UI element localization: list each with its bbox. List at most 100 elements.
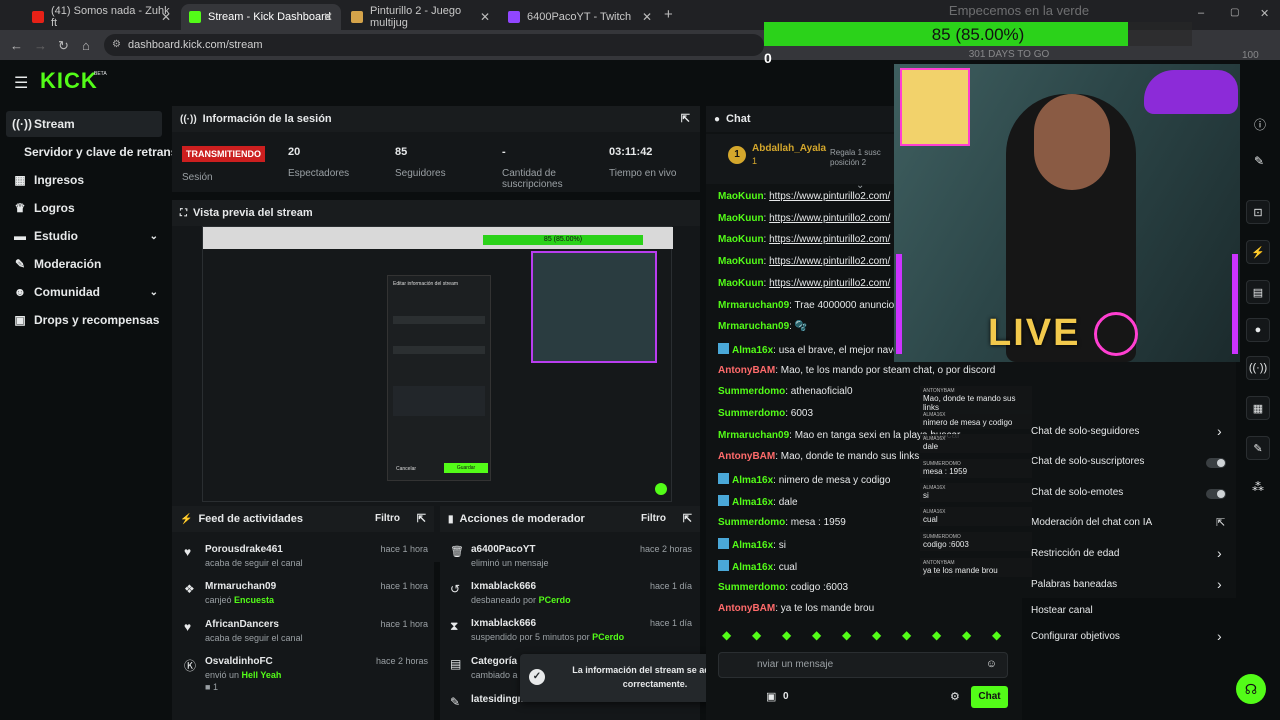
home-icon[interactable]: ⌂ [82, 38, 90, 53]
new-tab-icon[interactable]: + [664, 6, 673, 23]
close-icon[interactable]: ✕ [323, 10, 333, 24]
emote-icon[interactable]: ◆ [992, 628, 1001, 642]
browser-tab-youtube[interactable]: (41) Somos nada - Zuhk ft ✕ [24, 4, 179, 30]
popout-icon[interactable]: ⇱ [417, 512, 426, 525]
emote-icon[interactable]: ◆ [752, 628, 761, 642]
sidebar-item-comunidad[interactable]: ☻ Comunidad ⌄ [6, 279, 162, 305]
close-icon[interactable]: ✕ [642, 10, 652, 24]
rail-button-doc[interactable]: ▤ [1246, 280, 1270, 304]
emote-icon[interactable]: ◆ [872, 628, 881, 642]
browser-tab-twitch[interactable]: 6400PacoYT - Twitch ✕ [500, 4, 660, 30]
rail-button-broadcast[interactable]: ((·)) [1246, 356, 1270, 380]
chevron-down-icon[interactable]: ⌄ [856, 180, 864, 191]
toggle-switch[interactable] [1206, 489, 1226, 499]
emoji-icon[interactable]: ☺ [986, 658, 997, 670]
close-icon[interactable]: ✕ [480, 10, 490, 24]
chat-input[interactable]: nviar un mensaje ☺ [718, 652, 1008, 678]
rail-button-layout[interactable]: ▦ [1246, 396, 1270, 420]
popout-icon[interactable]: ⇱ [681, 112, 690, 125]
edit-icon[interactable]: ✎ [1254, 154, 1264, 168]
send-chat-button[interactable]: Chat [971, 686, 1008, 708]
sidebar-item-stream[interactable]: ((·)) Stream [6, 111, 162, 137]
settings-icon[interactable]: ⚙ [950, 690, 960, 703]
chat-username[interactable]: Summerdomo [718, 517, 785, 528]
close-icon[interactable]: ✕ [161, 10, 171, 24]
emote-icon[interactable]: ◆ [812, 628, 821, 642]
emote-icon[interactable]: ◆ [932, 628, 941, 642]
chat-username[interactable]: MaoKuun [718, 213, 764, 224]
popout-icon[interactable]: ⇱ [683, 512, 692, 525]
sidebar-item-server-key[interactable]: Servidor y clave de retransm [18, 139, 172, 165]
pinned-user[interactable]: Abdallah_Ayala [752, 143, 826, 154]
chat-username[interactable]: MaoKuun [718, 278, 764, 289]
toggle-switch[interactable] [1206, 458, 1226, 468]
broadcast-icon: ((·)) [1248, 362, 1268, 374]
chat-setting-item[interactable]: Hostear canal [1031, 605, 1093, 616]
apps-icon[interactable]: ⁂ [1252, 480, 1264, 494]
chat-username[interactable]: AntonyBAM [718, 603, 775, 614]
emote-icon[interactable]: ◆ [782, 628, 791, 642]
chat-setting-item[interactable]: Chat de solo-emotes [1031, 487, 1123, 498]
chat-username[interactable]: Alma16x [732, 475, 773, 486]
chat-link[interactable]: https://www.pinturillo2.com/ [769, 213, 890, 224]
chat-username[interactable]: MaoKuun [718, 256, 764, 267]
chat-setting-item[interactable]: Restricción de edad [1031, 548, 1119, 559]
kick-logo[interactable]: KICK [40, 68, 98, 94]
chevron-right-icon[interactable]: › [1217, 628, 1222, 644]
emote-icon[interactable]: ◆ [722, 628, 731, 642]
chat-link[interactable]: https://www.pinturillo2.com/ [769, 234, 890, 245]
back-icon[interactable]: ← [10, 38, 23, 53]
chat-username[interactable]: Alma16x [732, 540, 773, 551]
chat-username[interactable]: Mrmaruchan09 [718, 321, 789, 332]
chat-link[interactable]: https://www.pinturillo2.com/ [769, 278, 890, 289]
chat-username[interactable]: Mrmaruchan09 [718, 430, 789, 441]
chat-username[interactable]: Summerdomo [718, 386, 785, 397]
sidebar-item-estudio[interactable]: ▬ Estudio ⌄ [6, 223, 162, 249]
rail-button-screenshot[interactable]: ⊡ [1246, 200, 1270, 224]
filter-button[interactable]: Filtro [375, 513, 400, 524]
preview-play-icon[interactable] [655, 483, 667, 495]
external-link-icon[interactable]: ⇱ [1216, 516, 1225, 529]
browser-tab-pinturillo[interactable]: Pinturillo 2 - Juego multijug ✕ [343, 4, 498, 30]
emote-icon[interactable]: ◆ [962, 628, 971, 642]
sidebar-item-drops[interactable]: ▣ Drops y recompensas [6, 307, 162, 333]
chat-setting-item[interactable]: Palabras baneadas [1031, 579, 1117, 590]
chat-username[interactable]: Alma16x [732, 497, 773, 508]
sidebar-item-logros[interactable]: ♛ Logros [6, 195, 162, 221]
filter-button[interactable]: Filtro [641, 513, 666, 524]
forward-icon[interactable]: → [34, 38, 47, 53]
rail-button-bolt[interactable]: ⚡ [1246, 240, 1270, 264]
chat-username[interactable]: Alma16x [732, 345, 773, 356]
stream-preview-video[interactable]: 85 (85.00%) Editar información del strea… [202, 226, 673, 502]
chat-setting-item[interactable]: Chat de solo-seguidores [1031, 426, 1139, 437]
chat-setting-item[interactable]: Moderación del chat con IA [1031, 517, 1152, 528]
chat-username[interactable]: AntonyBAM [718, 451, 775, 462]
reload-icon[interactable]: ↻ [58, 38, 69, 54]
browser-tab-kick[interactable]: Stream - Kick Dashboard ✕ [181, 4, 341, 30]
emote-icon[interactable]: ◆ [902, 628, 911, 642]
rail-button-chat[interactable]: ● [1246, 318, 1270, 342]
chat-username[interactable]: AntonyBAM [718, 365, 775, 376]
chat-setting-item[interactable]: Chat de solo-suscriptores [1031, 456, 1144, 467]
support-button[interactable]: ☊ [1236, 674, 1266, 704]
chevron-right-icon[interactable]: › [1217, 545, 1222, 561]
site-info-icon[interactable]: ⚙ [112, 34, 121, 56]
chevron-right-icon[interactable]: › [1217, 576, 1222, 592]
chat-username[interactable]: MaoKuun [718, 191, 764, 202]
chat-link[interactable]: https://www.pinturillo2.com/ [769, 191, 890, 202]
menu-icon[interactable]: ☰ [14, 73, 28, 93]
chat-setting-item[interactable]: Configurar objetivos [1031, 631, 1120, 642]
chat-username[interactable]: MaoKuun [718, 234, 764, 245]
chat-username[interactable]: Summerdomo [718, 582, 785, 593]
rail-button-tools[interactable]: ✎ [1246, 436, 1270, 460]
info-icon[interactable]: ⓘ [1254, 116, 1266, 133]
chat-username[interactable]: Mrmaruchan09 [718, 300, 789, 311]
sidebar-item-ingresos[interactable]: ▦ Ingresos [6, 167, 162, 193]
chat-link[interactable]: https://www.pinturillo2.com/ [769, 256, 890, 267]
chat-username[interactable]: Alma16x [732, 562, 773, 573]
sidebar-item-moderacion[interactable]: ✎ Moderación [6, 251, 162, 277]
emote-icon[interactable]: ◆ [842, 628, 851, 642]
chevron-right-icon[interactable]: › [1217, 423, 1222, 439]
chat-username[interactable]: Summerdomo [718, 408, 785, 419]
url-field[interactable]: ⚙ dashboard.kick.com/stream [104, 34, 764, 56]
